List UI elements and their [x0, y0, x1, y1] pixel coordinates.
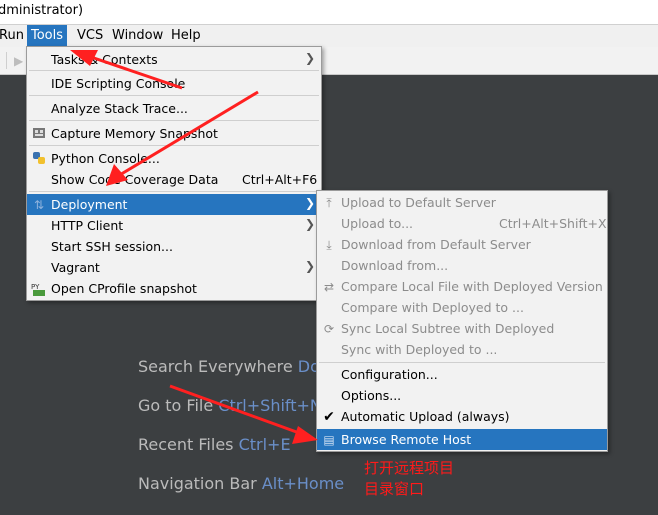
menu-separator — [29, 191, 319, 192]
hint-navigation-bar: Navigation Bar Alt+Home — [138, 474, 345, 493]
window-title: dministrator) — [0, 3, 84, 18]
menu-item-open-cprofile[interactable]: PY Open CProfile snapshot — [27, 278, 321, 299]
hint-recent-files: Recent Files Ctrl+E — [138, 435, 291, 454]
memory-snapshot-icon — [31, 126, 47, 142]
menu-item-upload-to[interactable]: Upload to... Ctrl+Alt+Shift+X — [317, 213, 607, 234]
hint-go-to-file: Go to File Ctrl+Shift+N — [138, 396, 322, 415]
deployment-icon: ⇅ — [33, 198, 45, 212]
menu-item-http-client[interactable]: HTTP Client ❯ — [27, 215, 321, 236]
deployment-submenu: ⤒ Upload to Default Server Upload to... … — [316, 190, 608, 452]
chevron-right-icon: ❯ — [304, 259, 315, 273]
menu-item-download-default-server[interactable]: ⤓ Download from Default Server — [317, 234, 607, 255]
menu-window[interactable]: Window — [112, 28, 163, 43]
menu-item-automatic-upload[interactable]: ✔ Automatic Upload (always) — [317, 406, 607, 427]
menu-item-show-code-coverage[interactable]: Show Code Coverage Data Ctrl+Alt+F6 — [27, 169, 321, 190]
toolbar-separator — [6, 52, 7, 69]
menu-run[interactable]: Run — [0, 28, 24, 43]
menu-item-sync-local-subtree[interactable]: ⟳ Sync Local Subtree with Deployed — [317, 318, 607, 339]
menu-item-deployment[interactable]: ⇅ Deployment ❯ — [27, 194, 321, 215]
menu-separator — [29, 120, 319, 121]
browse-remote-host-icon: ▤ — [323, 433, 335, 447]
menu-item-start-ssh[interactable]: Start SSH session... — [27, 236, 321, 257]
checkmark-icon: ✔ — [323, 409, 335, 425]
menu-item-upload-default-server[interactable]: ⤒ Upload to Default Server — [317, 192, 607, 213]
menu-tools[interactable]: Tools — [27, 25, 68, 47]
menu-separator — [29, 95, 319, 96]
menu-help[interactable]: Help — [171, 28, 201, 43]
cprofile-icon: PY — [31, 281, 47, 297]
menu-item-ide-scripting-console[interactable]: IDE Scripting Console — [27, 73, 321, 94]
menu-item-tasks-contexts[interactable]: Tasks & Contexts ❯ — [27, 49, 321, 70]
menu-item-browse-remote-host[interactable]: ▤ Browse Remote Host — [317, 429, 607, 450]
upload-icon: ⤒ — [326, 196, 332, 210]
menu-separator — [29, 70, 319, 71]
hint-search-everywhere: Search Everywhere Dou — [138, 357, 330, 376]
menu-item-python-console[interactable]: Python Console... — [27, 148, 321, 169]
window-titlebar: dministrator) — [0, 0, 658, 25]
menu-item-analyze-stack-trace[interactable]: Analyze Stack Trace... — [27, 98, 321, 119]
tools-menu: Tasks & Contexts ❯ IDE Scripting Console… — [26, 46, 322, 301]
menu-item-options[interactable]: Options... — [317, 385, 607, 406]
chevron-right-icon: ❯ — [304, 217, 315, 231]
compare-icon: ⇄ — [323, 280, 335, 294]
chevron-right-icon: ❯ — [304, 51, 315, 65]
menu-separator — [319, 362, 605, 363]
menu-item-compare-local-file[interactable]: ⇄ Compare Local File with Deployed Versi… — [317, 276, 607, 297]
menu-separator — [29, 145, 319, 146]
svg-text:PY: PY — [31, 283, 40, 291]
menu-item-vagrant[interactable]: Vagrant ❯ — [27, 257, 321, 278]
menu-item-configuration[interactable]: Configuration... — [317, 364, 607, 385]
menu-item-download-from[interactable]: Download from... — [317, 255, 607, 276]
menu-item-sync-deployed-to[interactable]: Sync with Deployed to ... — [317, 339, 607, 360]
python-icon — [31, 151, 47, 167]
annotation-note: 打开远程项目 目录窗口 — [364, 459, 455, 498]
sync-icon: ⟳ — [323, 322, 335, 336]
download-icon: ⤓ — [326, 238, 332, 252]
chevron-right-icon: ❯ — [304, 196, 315, 210]
menu-bar: Run Tools VCS Window Help — [0, 25, 658, 47]
menu-item-compare-deployed-to[interactable]: Compare with Deployed to ... — [317, 297, 607, 318]
menu-item-capture-memory-snapshot[interactable]: Capture Memory Snapshot — [27, 123, 321, 144]
run-icon[interactable]: ▶ — [14, 54, 23, 68]
menu-vcs[interactable]: VCS — [77, 28, 103, 43]
